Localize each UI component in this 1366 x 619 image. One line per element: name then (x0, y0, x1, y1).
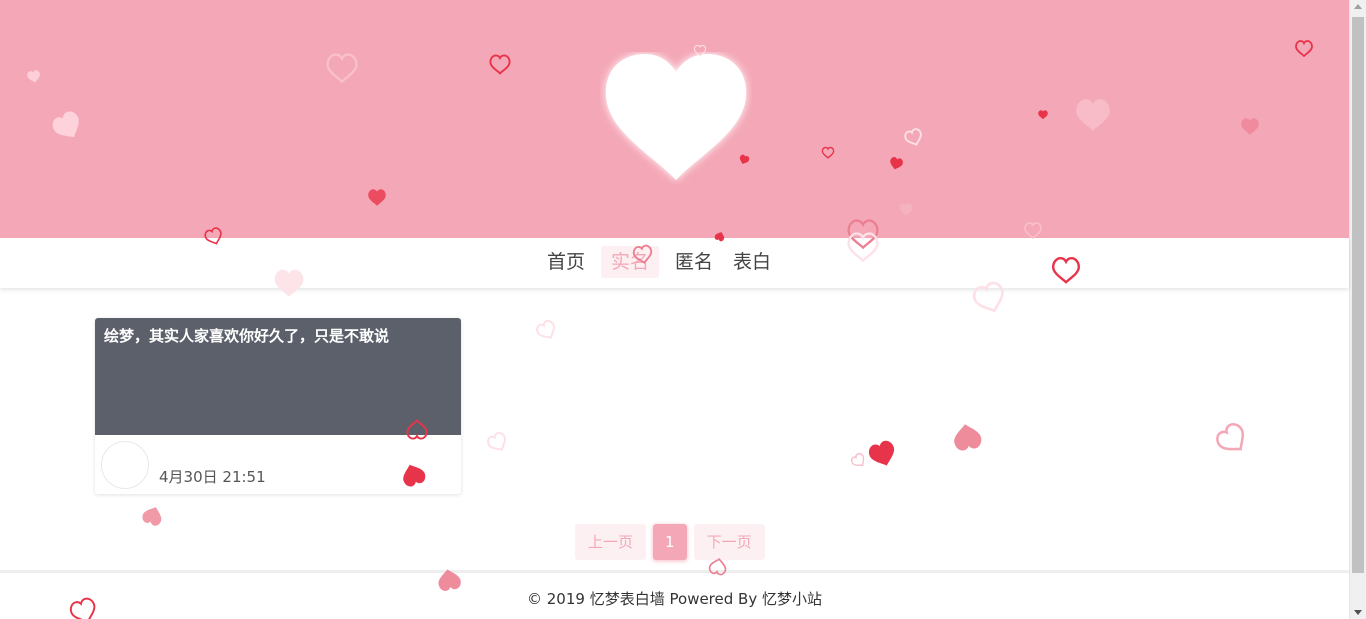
scroll-down-icon[interactable] (1354, 610, 1362, 615)
next-page-button[interactable]: 下一页 (693, 524, 765, 560)
prev-page-button[interactable]: 上一页 (575, 524, 647, 560)
footer-copyright: © 2019 (526, 590, 585, 608)
header-banner (0, 0, 1349, 238)
heart-icon (866, 438, 899, 470)
nav-item-realname[interactable]: 实名 (601, 246, 660, 278)
footer: © 2019 忆梦表白墙 Powered By 忆梦小站 (0, 570, 1349, 619)
heart-icon (484, 429, 511, 456)
heart-icon (533, 317, 560, 344)
post-time: 4月30日 21:51 (159, 468, 266, 486)
page: 首页 实名 匿名 表白 绘梦，其实人家喜欢你好久了，只是不敢说 4月30日 21… (0, 0, 1366, 619)
avatar (101, 441, 149, 489)
heart-logo-icon (605, 54, 747, 180)
confession-message: 绘梦，其实人家喜欢你好久了，只是不敢说 (95, 318, 461, 435)
nav-item-anonymous[interactable]: 匿名 (665, 246, 723, 278)
nav-item-confess[interactable]: 表白 (723, 246, 781, 278)
footer-powered-link[interactable]: 忆梦小站 (762, 590, 822, 608)
footer-site-link[interactable]: 忆梦表白墙 (590, 590, 665, 608)
nav-item-home[interactable]: 首页 (537, 246, 595, 278)
confession-card[interactable]: 绘梦，其实人家喜欢你好久了，只是不敢说 4月30日 21:51 (95, 318, 461, 494)
footer-powered-by: Powered By (669, 590, 758, 608)
main-nav: 首页 实名 匿名 表白 (537, 246, 781, 278)
heart-icon (951, 421, 983, 452)
page-number-button[interactable]: 1 (653, 524, 687, 560)
heart-icon (140, 503, 165, 528)
card-footer: 4月30日 21:51 (95, 435, 461, 494)
navbar: 首页 实名 匿名 表白 (0, 238, 1349, 288)
pagination: 上一页 1 下一页 (575, 524, 765, 560)
scroll-thumb[interactable] (1352, 17, 1364, 573)
vertical-scrollbar[interactable] (1349, 0, 1366, 619)
heart-icon (849, 451, 869, 471)
heart-icon (1212, 419, 1253, 460)
scroll-up-icon[interactable] (1354, 4, 1362, 9)
